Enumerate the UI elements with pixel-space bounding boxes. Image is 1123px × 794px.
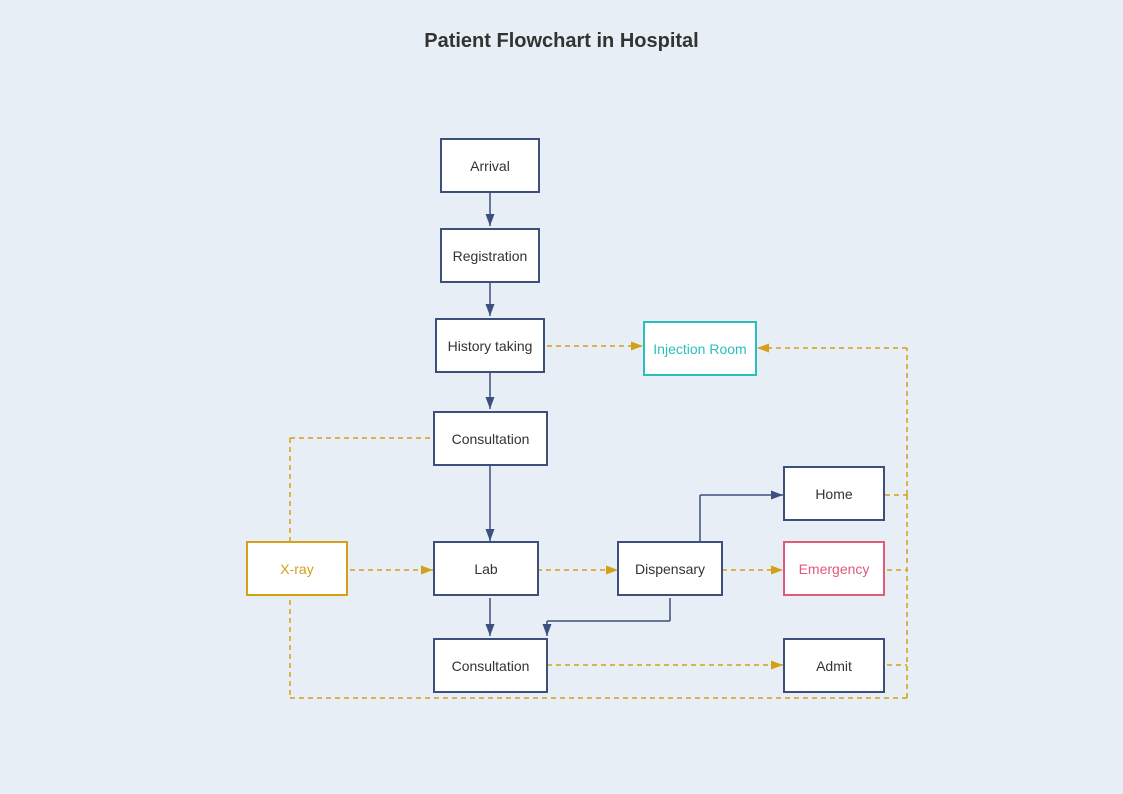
lab-node: Lab: [433, 541, 539, 596]
consultation2-node: Consultation: [433, 638, 548, 693]
history-node: History taking: [435, 318, 545, 373]
consultation1-node: Consultation: [433, 411, 548, 466]
page-title: Patient Flowchart in Hospital: [0, 0, 1123, 63]
xray-node: X-ray: [246, 541, 348, 596]
registration-node: Registration: [440, 228, 540, 283]
emergency-node: Emergency: [783, 541, 885, 596]
dispensary-node: Dispensary: [617, 541, 723, 596]
home-node: Home: [783, 466, 885, 521]
arrival-node: Arrival: [440, 138, 540, 193]
injection-room-node: Injection Room: [643, 321, 757, 376]
admit-node: Admit: [783, 638, 885, 693]
